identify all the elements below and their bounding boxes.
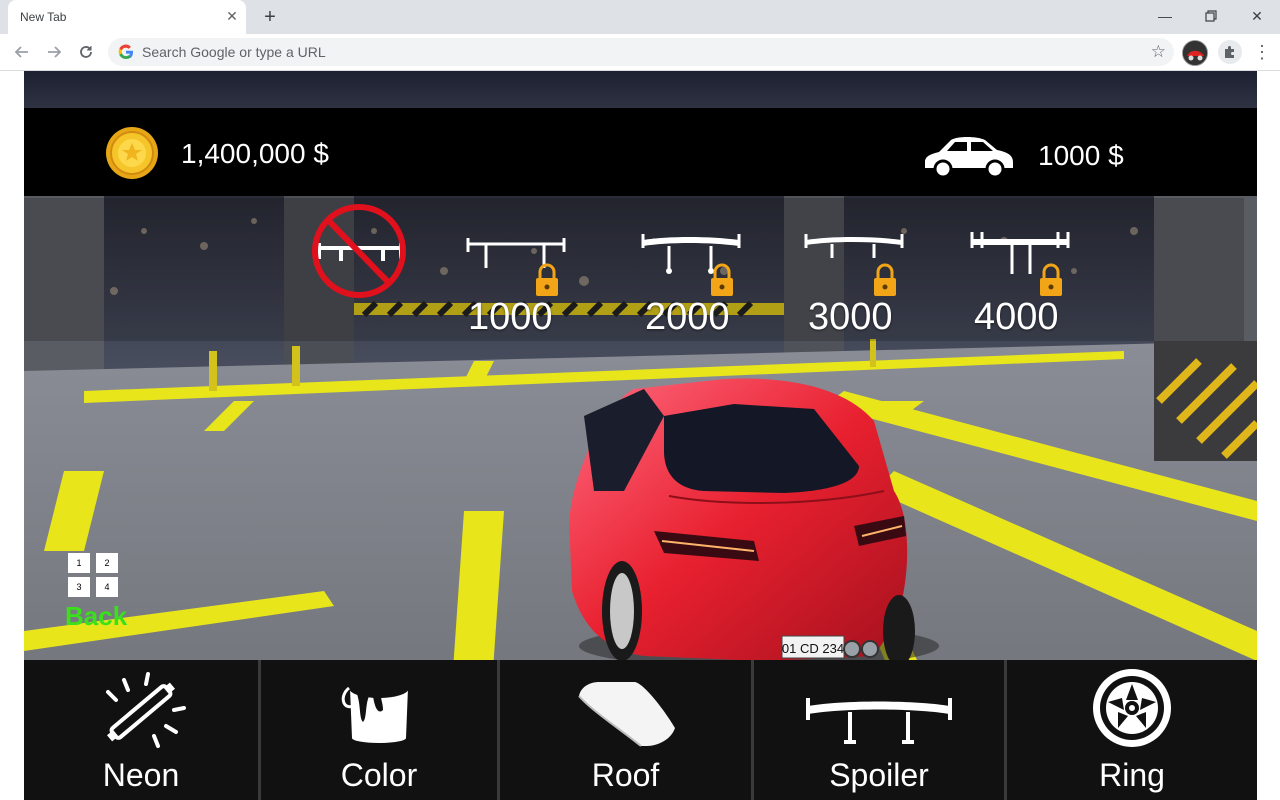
wheel-rim-icon bbox=[1093, 669, 1171, 747]
roof-panel-icon bbox=[577, 682, 675, 747]
currency-bar: 1,400,000 $ 1000 $ bbox=[24, 108, 1257, 196]
spoiler-icon bbox=[806, 698, 952, 744]
address-bar[interactable]: Search Google or type a URL ☆ bbox=[108, 38, 1174, 66]
spoiler-price: 1000 bbox=[468, 296, 553, 338]
menu-color[interactable]: Color bbox=[261, 660, 497, 800]
google-g-icon bbox=[118, 44, 133, 59]
browser-menu-icon[interactable]: ⋮ bbox=[1250, 40, 1274, 64]
spoiler-option-3000[interactable]: 3000 bbox=[802, 218, 912, 338]
spoiler-3-icon bbox=[804, 234, 904, 296]
reload-icon[interactable] bbox=[74, 40, 98, 64]
grid-cell: 1 bbox=[68, 553, 90, 573]
spoiler-option-2000[interactable]: 2000 bbox=[639, 218, 749, 338]
coin-balance: 1,400,000 $ bbox=[181, 138, 329, 169]
back-button[interactable]: 1 2 3 4 Back bbox=[64, 549, 134, 634]
spoiler-4-icon bbox=[970, 232, 1070, 296]
selected-car-price: 1000 $ bbox=[1038, 140, 1124, 171]
close-window-icon[interactable]: ✕ bbox=[1245, 5, 1269, 27]
menu-label: Color bbox=[340, 757, 418, 793]
address-bar-placeholder: Search Google or type a URL bbox=[142, 44, 326, 60]
customization-menu: Neon Color Roof Spoiler Ring bbox=[24, 660, 1257, 800]
restore-icon[interactable] bbox=[1199, 5, 1223, 27]
no-spoiler-icon bbox=[312, 204, 406, 298]
spoiler-option-1000[interactable]: 1000 bbox=[464, 218, 574, 338]
spoiler-price: 3000 bbox=[808, 296, 893, 338]
new-tab-icon[interactable]: + bbox=[258, 6, 282, 28]
back-arrow-icon[interactable] bbox=[10, 40, 34, 64]
spoiler-2-icon bbox=[641, 234, 741, 296]
grid-cell: 2 bbox=[96, 553, 118, 573]
game-viewport[interactable]: 01 CD 234 1,400,000 $ 1000 $ 1000 2000 3… bbox=[24, 71, 1257, 800]
menu-label: Neon bbox=[102, 757, 180, 793]
tab-strip: New Tab ✕ + — ✕ bbox=[0, 0, 1280, 34]
spoiler-1-icon bbox=[466, 238, 566, 296]
profile-avatar[interactable] bbox=[1182, 40, 1208, 66]
spoiler-options: 1000 2000 3000 4000 bbox=[24, 198, 1244, 341]
menu-label: Roof bbox=[591, 757, 660, 793]
menu-roof[interactable]: Roof bbox=[500, 660, 751, 800]
license-plate: 01 CD 234 bbox=[782, 641, 844, 656]
menu-neon[interactable]: Neon bbox=[24, 660, 258, 800]
menu-label: Ring bbox=[1099, 757, 1165, 793]
car-silhouette-icon bbox=[925, 137, 1013, 179]
neon-tube-icon bbox=[106, 672, 186, 748]
minimize-icon[interactable]: — bbox=[1153, 5, 1177, 27]
extensions-puzzle-icon[interactable] bbox=[1218, 40, 1242, 64]
gold-coin-icon bbox=[106, 127, 158, 179]
back-label: Back bbox=[65, 601, 128, 631]
menu-label: Spoiler bbox=[829, 757, 929, 793]
tab-new-tab[interactable]: New Tab ✕ bbox=[8, 0, 246, 34]
grid-cell: 4 bbox=[96, 577, 118, 597]
spoiler-price: 2000 bbox=[645, 296, 730, 338]
spoiler-option-none[interactable] bbox=[309, 203, 409, 303]
paint-bucket-icon bbox=[341, 678, 411, 745]
grid-cell: 3 bbox=[68, 577, 90, 597]
spoiler-price: 4000 bbox=[974, 296, 1059, 338]
tab-title: New Tab bbox=[20, 10, 67, 24]
spoiler-option-4000[interactable]: 4000 bbox=[968, 218, 1078, 338]
forward-arrow-icon[interactable] bbox=[42, 40, 66, 64]
close-tab-icon[interactable]: ✕ bbox=[224, 8, 240, 24]
bookmark-star-icon[interactable]: ☆ bbox=[1151, 42, 1166, 62]
level-grid-icon: 1 2 3 4 bbox=[68, 553, 122, 599]
menu-spoiler[interactable]: Spoiler bbox=[754, 660, 1004, 800]
menu-ring[interactable]: Ring bbox=[1007, 660, 1257, 800]
browser-toolbar: Search Google or type a URL ☆ bbox=[0, 34, 1280, 71]
